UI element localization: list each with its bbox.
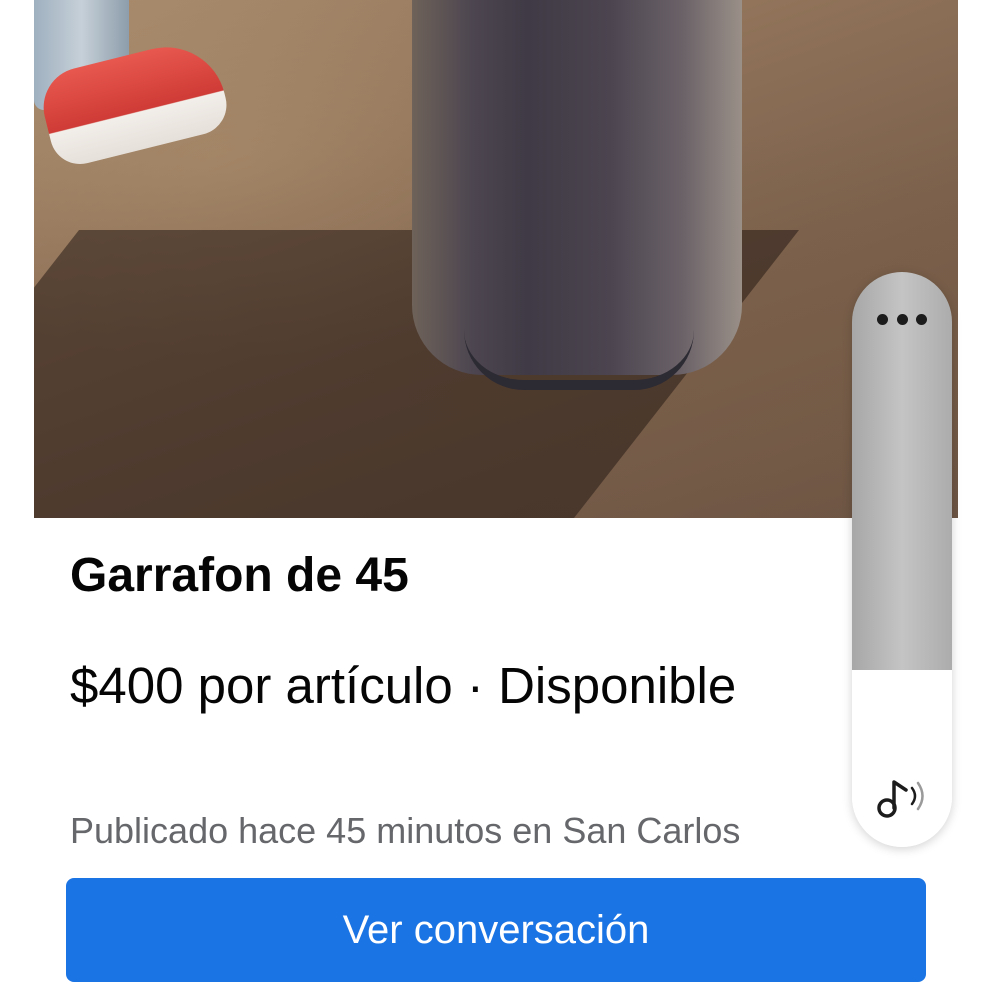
- listing-photo[interactable]: [34, 0, 958, 518]
- edge-panel-handle[interactable]: [852, 272, 952, 670]
- more-icon[interactable]: [877, 312, 927, 326]
- listing-price-status: $400 por artículo · Disponible: [70, 657, 737, 714]
- music-note-icon[interactable]: [872, 772, 932, 822]
- view-conversation-button[interactable]: Ver conversación: [66, 878, 926, 982]
- edge-panel[interactable]: [852, 272, 952, 847]
- listing-title: Garrafon de 45: [70, 549, 409, 602]
- photo-cylinder-base: [464, 300, 694, 390]
- listing-posted-info: Publicado hace 45 minutos en San Carlos: [70, 810, 741, 851]
